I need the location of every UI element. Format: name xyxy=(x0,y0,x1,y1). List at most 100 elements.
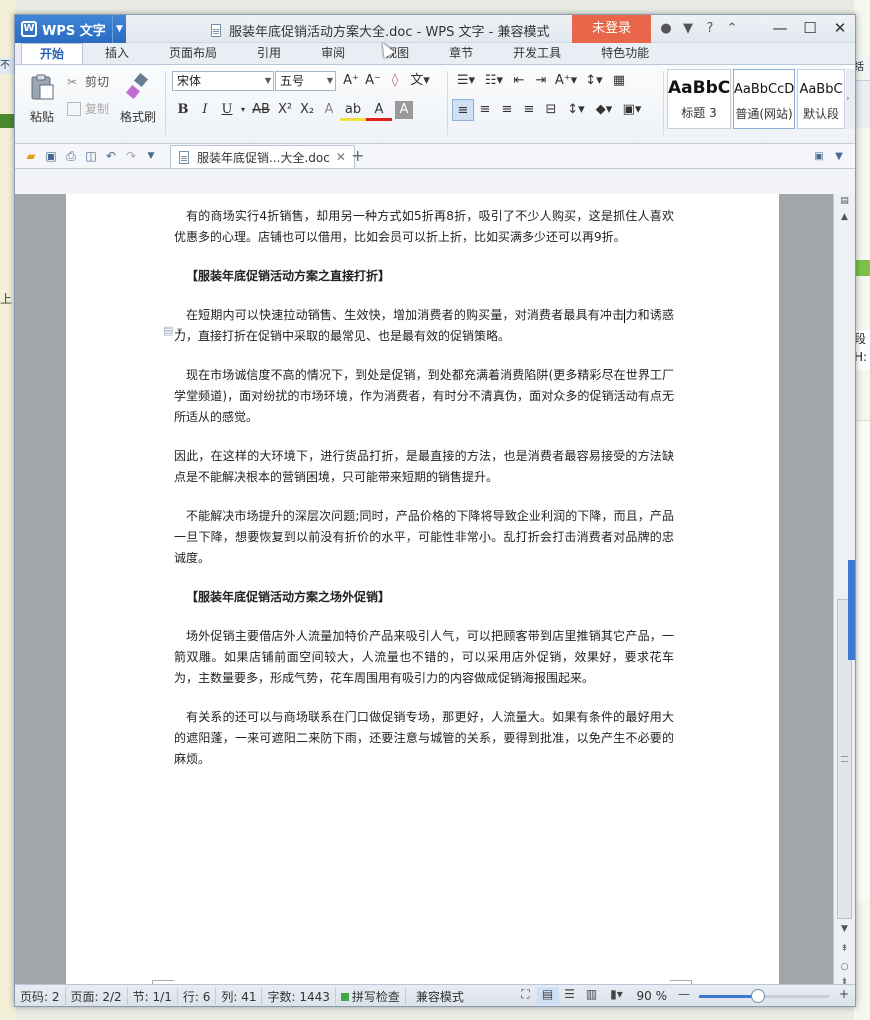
change-case-icon[interactable]: A⁺▾ xyxy=(552,70,580,92)
document-page[interactable]: ▤ ▾ 有的商场实行4折销售，却用另一种方式如5折再8折，吸引了不少人购买，这是… xyxy=(66,194,779,984)
increase-indent-icon[interactable]: ⇥ xyxy=(530,70,552,92)
align-left-icon[interactable]: ≡ xyxy=(452,99,474,121)
align-right-icon[interactable]: ≡ xyxy=(496,99,518,121)
scroll-up-icon[interactable]: ▲ xyxy=(834,212,855,228)
print-preview-icon[interactable]: ◫ xyxy=(81,146,101,166)
side-panel-toggle[interactable] xyxy=(848,560,855,660)
tab-features[interactable]: 特色功能 xyxy=(583,43,667,64)
strikethrough-icon[interactable]: AB xyxy=(248,99,274,121)
format-painter-button[interactable]: 格式刷 xyxy=(116,65,160,125)
zoom-in-icon[interactable]: + xyxy=(833,987,855,1005)
zoom-level[interactable]: 90 % xyxy=(631,989,674,1003)
help-icon[interactable]: ? xyxy=(699,15,721,43)
justify-icon[interactable]: ≡ xyxy=(518,99,540,121)
tab-page-layout[interactable]: 页面布局 xyxy=(151,43,235,64)
tab-developer[interactable]: 开发工具 xyxy=(495,43,579,64)
style-heading3[interactable]: AaBbC 标题 3 xyxy=(667,69,731,129)
spell-check-toggle[interactable]: 拼写检查 xyxy=(336,987,406,1005)
tab-references[interactable]: 引用 xyxy=(239,43,299,64)
login-button[interactable]: 未登录 xyxy=(572,15,651,43)
styles-scroll-icon[interactable]: › xyxy=(846,69,855,129)
tab-review[interactable]: 审阅 xyxy=(303,43,363,64)
numbered-list-icon[interactable]: ☷▾ xyxy=(480,70,508,92)
reading-mode-icon[interactable]: ▮▾ xyxy=(603,987,631,1005)
new-tab-button[interactable]: + xyxy=(351,146,364,165)
highlight-icon[interactable]: ab xyxy=(340,99,366,121)
italic-icon[interactable]: I xyxy=(194,99,216,121)
tab-menu-icon[interactable]: ▼ xyxy=(829,147,849,167)
cloud-icon[interactable]: ● xyxy=(655,15,677,43)
collapse-ribbon-icon[interactable]: ⌃ xyxy=(721,15,743,43)
status-page-code[interactable]: 页码: 2 xyxy=(15,987,66,1005)
distribute-icon[interactable]: ⊟ xyxy=(540,99,562,121)
paste-button[interactable]: 粘贴 xyxy=(21,65,63,125)
tab-home[interactable]: 开始 xyxy=(21,43,84,64)
sort-icon[interactable]: ↕▾ xyxy=(580,70,608,92)
phonetic-icon[interactable]: 文▾ xyxy=(406,70,434,92)
text-effect-icon[interactable]: A xyxy=(318,99,340,121)
zoom-knob[interactable] xyxy=(750,989,765,1003)
close-tab-icon[interactable]: ✕ xyxy=(336,150,346,164)
shading-icon[interactable]: ◆▾ xyxy=(590,99,618,121)
font-name-value: 宋体 xyxy=(177,74,202,88)
bullet-list-icon[interactable]: ☰▾ xyxy=(452,70,480,92)
tab-list-icon[interactable]: ▣ xyxy=(809,147,829,167)
outline-view-icon[interactable]: ☰ xyxy=(559,987,581,1005)
close-button[interactable]: ✕ xyxy=(825,15,855,43)
font-name-select[interactable]: 宋体 ▼ xyxy=(172,71,274,91)
previous-page-icon[interactable]: ⇞ xyxy=(834,944,855,960)
zoom-slider[interactable] xyxy=(699,987,829,1005)
maximize-button[interactable]: ☐ xyxy=(795,15,825,43)
char-shading-icon[interactable]: A xyxy=(395,101,413,119)
tab-insert[interactable]: 插入 xyxy=(87,43,147,64)
split-view-icon[interactable]: ▤ xyxy=(834,196,855,212)
subscript-icon[interactable]: X₂ xyxy=(296,99,318,121)
style-normal-web[interactable]: AaBbCcD 普通(网站) xyxy=(733,69,795,129)
undo-icon[interactable]: ↶ xyxy=(101,146,121,166)
shrink-font-icon[interactable]: A⁻ xyxy=(362,70,384,92)
cut-button[interactable]: ✂ 剪切 xyxy=(67,73,109,90)
tab-chapter[interactable]: 章节 xyxy=(431,43,491,64)
open-icon[interactable]: ▰ xyxy=(21,146,41,166)
status-pages[interactable]: 页面: 2/2 xyxy=(66,987,128,1005)
copy-button[interactable]: 复制 xyxy=(67,100,109,117)
page-view-icon[interactable]: ▤ xyxy=(536,987,559,1005)
status-bar: 页码: 2 页面: 2/2 节: 1/1 行: 6 列: 41 字数: 1443… xyxy=(15,984,855,1006)
bold-icon[interactable]: B xyxy=(172,99,194,121)
status-word-count[interactable]: 字数: 1443 xyxy=(262,987,336,1005)
window-controls: — ☐ ✕ xyxy=(765,15,855,43)
line-spacing-icon[interactable]: ↕▾ xyxy=(562,99,590,121)
skin-icon[interactable]: ▼ xyxy=(677,15,699,43)
document-body[interactable]: 有的商场实行4折销售，却用另一种方式如5折再8折，吸引了不少人购买，这是抓住人喜… xyxy=(174,206,674,788)
grow-font-icon[interactable]: A⁺ xyxy=(340,70,362,92)
borders-icon[interactable]: ▣▾ xyxy=(618,99,646,121)
font-color-icon[interactable]: A xyxy=(366,99,392,121)
clear-format-icon[interactable]: ◊ xyxy=(384,70,406,92)
superscript-icon[interactable]: X² xyxy=(274,99,296,121)
decrease-indent-icon[interactable]: ⇤ xyxy=(508,70,530,92)
underline-dropdown-icon[interactable]: ▾ xyxy=(238,99,248,121)
align-center-icon[interactable]: ≡ xyxy=(474,99,496,121)
tab-view[interactable]: 视图 xyxy=(367,43,427,64)
paragraph: 不能解决市场提升的深层次问题;同时，产品价格的下降将导致企业利润的下降，而且，产… xyxy=(174,509,674,565)
zoom-out-icon[interactable]: — xyxy=(673,987,695,1005)
redo-icon[interactable]: ↷ xyxy=(121,146,141,166)
ribbon-tabs: 开始 插入 页面布局 引用 审阅 视图 章节 开发工具 特色功能 xyxy=(15,43,855,64)
minimize-button[interactable]: — xyxy=(765,15,795,43)
underline-icon[interactable]: U xyxy=(216,99,238,121)
style-sample: AaBbCcD xyxy=(734,82,794,97)
customize-toolbar-icon[interactable]: ▼ xyxy=(141,146,161,166)
select-browse-object-icon[interactable]: ○ xyxy=(834,962,855,978)
font-size-select[interactable]: 五号 ▼ xyxy=(275,71,336,91)
scroll-down-icon[interactable]: ▼ xyxy=(834,924,855,940)
print-icon[interactable]: ⎙ xyxy=(61,146,81,166)
document-tab[interactable]: 服装年底促销...大全.doc ✕ xyxy=(170,145,355,168)
table-grid-icon[interactable]: ▦ xyxy=(608,70,630,92)
web-view-icon[interactable]: ▥ xyxy=(581,987,603,1005)
chevron-down-icon[interactable]: ▼ xyxy=(112,15,126,43)
app-menu-button[interactable]: W WPS 文字 ▼ xyxy=(15,15,126,43)
status-section[interactable]: 节: 1/1 xyxy=(128,987,178,1005)
fullscreen-view-icon[interactable]: ⛶ xyxy=(515,987,537,1005)
save-icon[interactable]: ▣ xyxy=(41,146,61,166)
style-default[interactable]: AaBbC 默认段 xyxy=(797,69,845,129)
